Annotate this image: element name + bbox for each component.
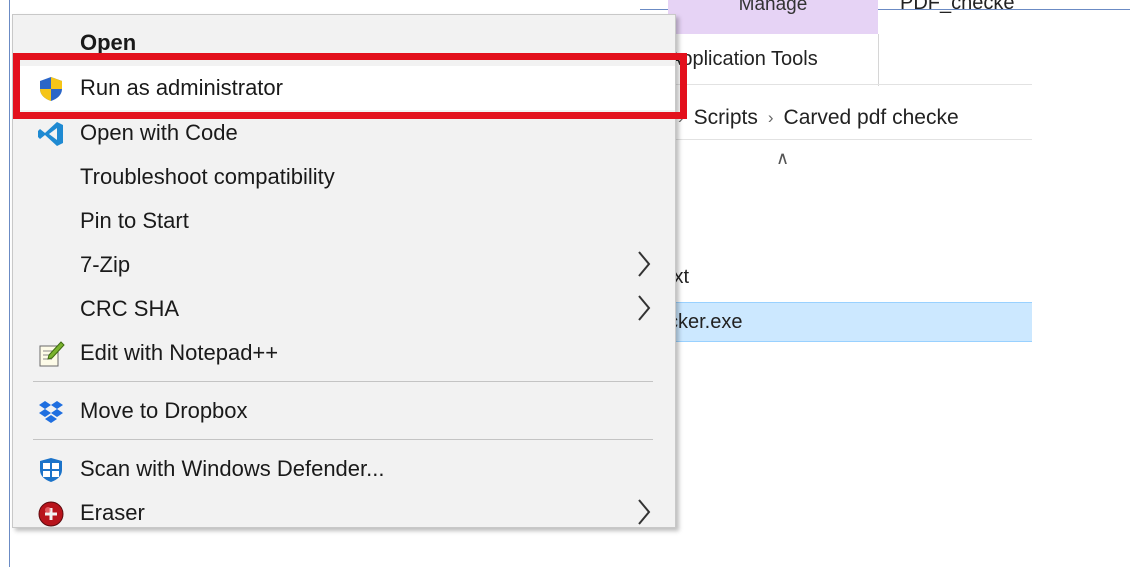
address-divider (668, 139, 1032, 140)
menu-item-label: Scan with Windows Defender... (80, 456, 385, 481)
breadcrumb: › Scripts › Carved pdf checke (668, 100, 959, 136)
dropbox-icon (39, 401, 63, 423)
menu-item-pin-to-start[interactable]: Pin to Start (13, 199, 675, 243)
menu-separator (33, 439, 653, 440)
menu-item-eraser[interactable]: Eraser (13, 491, 675, 527)
menu-item-label: 7-Zip (80, 252, 131, 277)
menu-item-crc-sha[interactable]: CRC SHA (13, 287, 675, 331)
chevron-right-icon (638, 499, 651, 525)
application-tools-label: Application Tools (668, 48, 818, 70)
menu-item-label: Troubleshoot compatibility (80, 164, 335, 189)
menu-item-troubleshoot-compatibility[interactable]: Troubleshoot compatibility (13, 155, 675, 199)
menu-item-scan-with-windows-defender[interactable]: Scan with Windows Defender... (13, 447, 675, 491)
window-title: PDF_checke (900, 0, 1015, 14)
highlight-annotation-box (13, 53, 687, 119)
ribbon-divider (668, 84, 1032, 85)
sort-ascending-icon[interactable]: ∧ (776, 148, 789, 169)
eraser-icon (38, 501, 64, 527)
windows-defender-icon (40, 458, 62, 482)
chevron-right-icon (638, 251, 651, 277)
file-item-exe-selected[interactable]: cker.exe (668, 302, 1032, 342)
breadcrumb-item-scripts[interactable]: Scripts (694, 106, 758, 130)
menu-item-label: Eraser (80, 500, 145, 525)
menu-item-label: Move to Dropbox (80, 398, 248, 423)
chevron-right-icon (638, 295, 651, 321)
menu-item-label: Edit with Notepad++ (80, 340, 279, 365)
file-name: cker.exe (668, 311, 743, 333)
tab-manage[interactable]: Manage (668, 0, 878, 34)
menu-item-edit-with-notepadpp[interactable]: Edit with Notepad++ (13, 331, 675, 375)
breadcrumb-item-carved-pdf[interactable]: Carved pdf checke (784, 106, 959, 130)
notepadpp-icon (39, 341, 65, 367)
window-border (9, 0, 10, 567)
chevron-right-icon: › (767, 108, 774, 127)
menu-item-7-zip[interactable]: 7-Zip (13, 243, 675, 287)
vscode-icon (38, 122, 63, 146)
menu-separator (33, 381, 653, 382)
menu-item-label: Pin to Start (80, 208, 189, 233)
menu-item-label: CRC SHA (80, 296, 180, 321)
menu-item-move-to-dropbox[interactable]: Move to Dropbox (13, 389, 675, 433)
